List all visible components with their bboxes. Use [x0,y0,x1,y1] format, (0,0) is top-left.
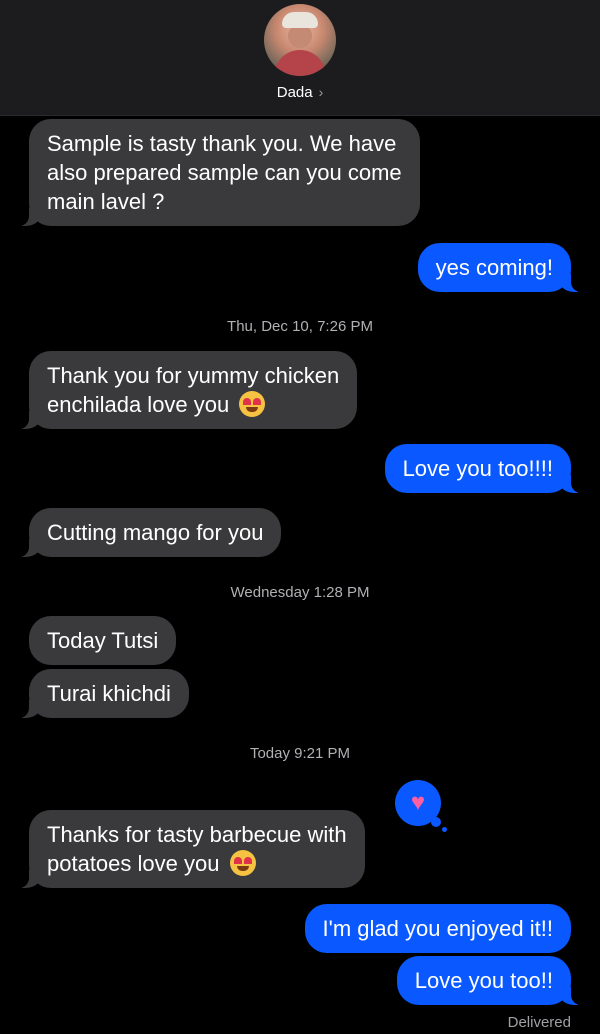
incoming-message[interactable]: Turai khichdi [17,669,189,718]
avatar-shirt [274,50,326,76]
tapback-tail [431,817,441,827]
message-text: Today Tutsi [47,628,159,653]
message-line: Thank you for yummy chicken [47,363,340,388]
message-text: Love you too!!!! [402,456,553,481]
heart-icon: ♥ [410,789,426,816]
message-text: Turai khichdi [47,681,171,706]
outgoing-message[interactable]: I'm glad you enjoyed it!! [304,904,571,953]
contact-name-button[interactable]: Dada › [0,84,600,101]
incoming-message[interactable]: Today Tutsi [29,616,177,665]
contact-name: Dada [276,84,313,101]
message-line: Sample is tasty thank you. We have [47,131,397,156]
message-line: enchilada love you [47,392,230,417]
outgoing-message[interactable]: Love you too!! [396,956,584,1005]
tapback-tail [442,827,447,832]
incoming-message[interactable]: Thank you for yummy chicken enchilada lo… [16,351,358,429]
incoming-message[interactable]: Sample is tasty thank you. We have also … [17,119,420,226]
incoming-message[interactable]: Thanks for tasty barbecue with potatoes … [17,810,365,888]
timestamp: Today 9:21 PM [249,745,351,762]
incoming-message[interactable]: Cutting mango for you [16,508,282,557]
message-line: Thanks for tasty barbecue with [47,822,347,847]
timestamp: Thu, Dec 10, 7:26 PM [227,318,373,335]
message-text: yes coming! [435,255,553,280]
message-text: I'm glad you enjoyed it!! [322,916,553,941]
message-text: Love you too!! [414,968,553,993]
message-line: main lavel ? [47,189,165,214]
avatar-cap [282,12,318,28]
delivery-status: Delivered [507,1014,571,1031]
message-line: also prepared sample can you come [47,160,402,185]
outgoing-message[interactable]: yes coming! [417,243,584,292]
message-line: potatoes love you [47,851,220,876]
timestamp: Wednesday 1:28 PM [230,584,370,601]
chevron-right-icon: › [318,84,324,100]
outgoing-message[interactable]: Love you too!!!! [384,444,584,493]
heart-eyes-emoji-icon [239,391,266,417]
contact-avatar[interactable] [264,4,336,76]
conversation-header: Dada › [0,0,600,116]
message-text: Cutting mango for you [47,520,264,545]
heart-eyes-emoji-icon [229,850,256,876]
